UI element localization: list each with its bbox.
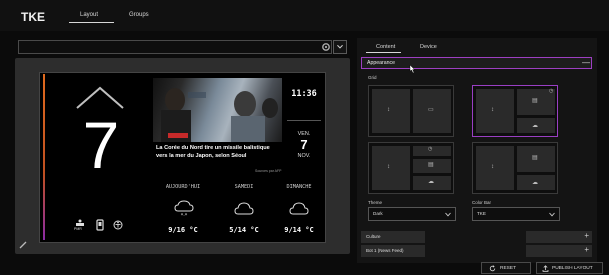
publish-label: PUBLISH LAYOUT [552, 266, 593, 271]
image-icon: ▭ [428, 107, 434, 113]
news-headline: La Corée du Nord tire un missile balisti… [156, 145, 270, 159]
tab-layout[interactable]: Layout [80, 12, 98, 18]
expand-icon[interactable]: + [584, 231, 589, 240]
cloud-icon [289, 202, 309, 215]
clock-time: 11:36 [291, 89, 317, 99]
clock-divider [287, 120, 321, 121]
gear-icon[interactable] [321, 42, 331, 52]
tab-groups[interactable]: Groups [129, 12, 149, 18]
cloud-icon: ☁ [428, 179, 434, 185]
date-month: NOV. [297, 153, 311, 159]
grid-label: Grid [368, 75, 377, 80]
active-tab-indicator [69, 22, 114, 23]
culture-label: Culture [366, 234, 381, 239]
color-bar-select[interactable]: TKE [472, 207, 560, 221]
chevron-up-icon [76, 86, 124, 109]
clock-icon: ◷ [549, 88, 554, 94]
appearance-label: Appearance [367, 60, 395, 66]
mouse-cursor-icon [409, 65, 415, 74]
accessibility-icons: PMR [74, 218, 130, 232]
weather-temp: 9/14 °C [284, 226, 314, 234]
clock-icon: ◷ [428, 146, 433, 152]
bot-section-header[interactable]: Bot 1 (News Feed) + [361, 245, 592, 257]
weather-temp: 5/14 °C [229, 226, 259, 234]
resize-vertical-icon: ↕ [491, 164, 494, 170]
pencil-icon[interactable] [19, 241, 27, 249]
weather-temp: 9/16 °C [168, 226, 198, 234]
upload-icon [542, 265, 549, 272]
pmr-label: PMR [74, 227, 82, 231]
weather-label: DIMANCHE [286, 184, 312, 190]
snow-cloud-icon: *·* [174, 200, 194, 218]
chevron-down-icon [549, 212, 555, 217]
resize-vertical-icon: ↕ [387, 107, 390, 113]
weather-label: SAMEDI [234, 184, 254, 190]
resize-vertical-icon: ↕ [491, 107, 494, 113]
news-icon: ▤ [532, 98, 538, 104]
svg-text:*·*: *·* [181, 213, 188, 218]
collapse-icon[interactable]: — [582, 58, 590, 67]
theme-value: Dark [373, 211, 383, 216]
color-bar-label: Color Bar [472, 200, 492, 205]
cloud-icon [234, 202, 254, 215]
appearance-section-header[interactable] [361, 57, 592, 69]
cloud-icon: ☁ [532, 180, 538, 186]
tab-content[interactable]: Content [376, 44, 395, 50]
grid-option-4[interactable]: ↕ ▤ ☁ [472, 142, 558, 194]
floor-number: 7 [82, 108, 120, 182]
color-bar-value: TKE [477, 211, 486, 216]
news-icon: ▤ [428, 162, 434, 168]
active-tab-indicator [366, 52, 401, 53]
dropdown-button[interactable] [333, 40, 347, 54]
culture-section-header[interactable]: Culture + [361, 231, 592, 243]
grid-option-3[interactable]: ↕ ◷ ▤ ☁ [368, 142, 454, 194]
accessibility-icon [113, 220, 123, 230]
chevron-down-icon [445, 212, 451, 217]
publish-layout-button[interactable]: PUBLISH LAYOUT [536, 262, 603, 274]
bot-label: Bot 1 (News Feed) [366, 248, 404, 253]
tke-logo: TKE [21, 10, 45, 23]
grid-option-1[interactable]: ↕ ▭ [368, 85, 454, 137]
news-source: Sources par AFP [255, 169, 282, 173]
color-bar [43, 74, 45, 240]
pmr-icon: PMR [74, 218, 86, 232]
reset-button[interactable]: RESET [481, 262, 531, 274]
news-photo [161, 88, 278, 142]
news-image [153, 78, 282, 142]
search-input[interactable] [18, 40, 332, 54]
weather-label: AUJOURD'HUI [165, 184, 201, 190]
grid-option-2[interactable]: ↕ ▤ ◷ ☁ [472, 85, 558, 137]
phone-icon [96, 219, 104, 231]
tab-device[interactable]: Device [420, 44, 437, 50]
theme-select[interactable]: Dark [368, 207, 456, 221]
chevron-down-icon [337, 44, 343, 49]
theme-label: Theme [368, 200, 383, 205]
date-day: 7 [300, 137, 308, 152]
cloud-icon: ☁ [532, 123, 538, 129]
expand-icon[interactable]: + [584, 245, 589, 254]
reset-label: RESET [500, 266, 516, 271]
resize-vertical-icon: ↕ [387, 164, 390, 170]
svg-text:TKE: TKE [21, 10, 45, 23]
news-icon: ▤ [532, 155, 538, 161]
top-bar: TKE Layout Groups [0, 0, 609, 31]
reset-icon [489, 265, 496, 272]
